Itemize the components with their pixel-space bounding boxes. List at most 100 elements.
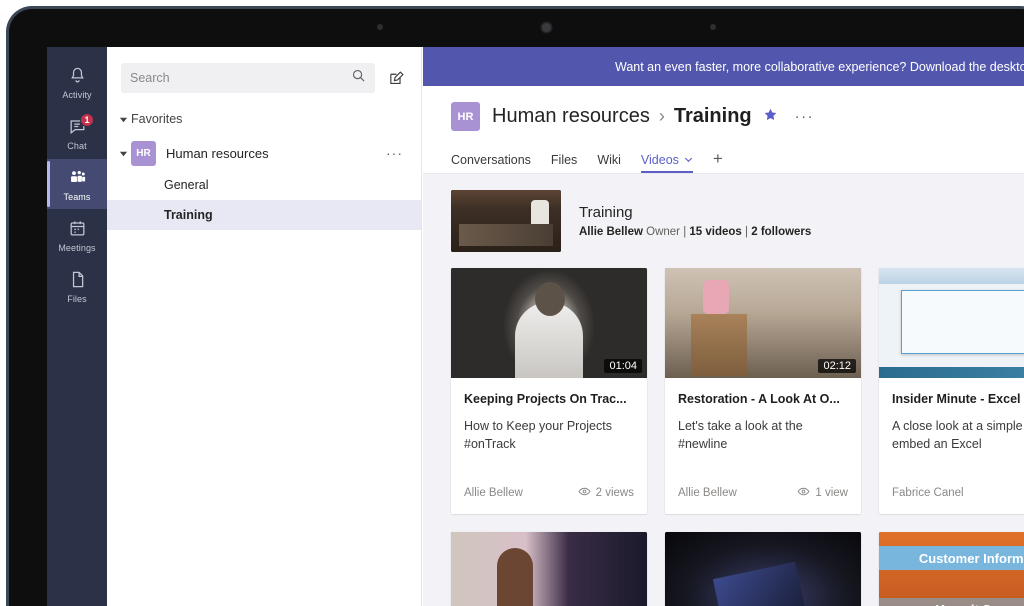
video-title: Insider Minute - Excel e <box>892 392 1024 406</box>
breadcrumb-team[interactable]: Human resources <box>492 105 650 128</box>
video-views: 1 view <box>797 485 848 501</box>
compose-icon[interactable] <box>385 67 407 89</box>
meta-separator: | <box>683 226 686 238</box>
thumbnail-image <box>665 532 861 606</box>
video-title: Keeping Projects On Trac... <box>464 392 634 406</box>
channel-item-training[interactable]: Training <box>107 200 421 230</box>
rail-item-teams[interactable]: Teams <box>47 159 107 209</box>
tab-videos[interactable]: Videos <box>641 153 693 173</box>
team-more-icon[interactable]: ··· <box>386 145 403 161</box>
video-channel-info: Training Allie Bellew Owner | 15 videos … <box>451 190 1024 252</box>
video-card[interactable] <box>665 532 861 606</box>
tab-files[interactable]: Files <box>551 153 577 173</box>
add-tab-button[interactable]: + <box>713 149 723 173</box>
video-thumbnail[interactable]: Customer Informat Keep it Secur <box>879 532 1024 606</box>
team-avatar: HR <box>131 141 156 166</box>
channel-label: Training <box>164 208 213 222</box>
video-card[interactable]: 02:12 Restoration - A Look At O... Let's… <box>665 268 861 514</box>
video-author: Allie Bellew <box>678 487 737 499</box>
channel-owner-role: Owner <box>646 226 680 238</box>
breadcrumb-channel: Training <box>674 105 752 128</box>
views-count: 1 view <box>815 487 848 499</box>
tab-label: Conversations <box>451 153 531 167</box>
channel-info-title: Training <box>579 204 811 221</box>
video-card-footer: Allie Bellew 2 views <box>464 485 634 514</box>
video-description: A close look at a simple w to embed an E… <box>892 417 1024 485</box>
channel-item-general[interactable]: General <box>107 170 421 200</box>
meta-separator: | <box>745 226 748 238</box>
search-row <box>107 47 421 93</box>
thumbnail-image <box>879 268 1024 378</box>
video-cards-grid: 01:04 Keeping Projects On Trac... How to… <box>451 268 1024 606</box>
favorites-group[interactable]: Favorites <box>107 104 421 134</box>
video-thumbnail[interactable] <box>665 532 861 606</box>
calendar-icon <box>68 218 87 240</box>
header-more-icon[interactable]: ··· <box>795 108 815 125</box>
tab-wiki[interactable]: Wiki <box>597 153 621 173</box>
tab-label: Videos <box>641 153 679 167</box>
header-team-avatar: HR <box>451 102 480 131</box>
bezel-dot-left <box>377 24 383 30</box>
video-card[interactable] <box>451 532 647 606</box>
video-thumbnail[interactable] <box>879 268 1024 378</box>
rail-label-chat: Chat <box>67 141 86 151</box>
device-frame: Activity 1 Chat <box>6 6 1024 606</box>
video-thumbnail[interactable] <box>451 532 647 606</box>
video-card[interactable]: 01:04 Keeping Projects On Trac... How to… <box>451 268 647 514</box>
star-filled-icon[interactable] <box>763 107 778 126</box>
video-card-body: Keeping Projects On Trac... How to Keep … <box>451 378 647 514</box>
channel-label: General <box>164 178 208 192</box>
channel-info-text: Training Allie Bellew Owner | 15 videos … <box>579 204 811 238</box>
team-row-human-resources[interactable]: HR Human resources ··· <box>107 136 421 170</box>
thumbnail-image: Customer Informat Keep it Secur <box>879 532 1024 606</box>
bezel-dot-right <box>710 24 716 30</box>
videos-count: 15 videos <box>689 226 741 238</box>
banner-text: Want an even faster, more collaborative … <box>615 60 1024 74</box>
video-description: How to Keep your Projects #onTrack <box>464 417 634 485</box>
video-card[interactable]: Insider Minute - Excel e A close look at… <box>879 268 1024 514</box>
video-author: Fabrice Canel <box>892 487 964 499</box>
team-name: Human resources <box>166 146 269 161</box>
tabstrip: Conversations Files Wiki Videos + <box>423 141 1024 174</box>
rail-label-activity: Activity <box>62 90 91 100</box>
content-area: Want an even faster, more collaborative … <box>423 47 1024 606</box>
search-input[interactable] <box>130 71 351 85</box>
video-card[interactable]: Customer Informat Keep it Secur <box>879 532 1024 606</box>
video-views: 2 views <box>578 485 634 501</box>
tab-conversations[interactable]: Conversations <box>451 153 531 173</box>
breadcrumb: Human resources › Training ··· <box>492 105 814 128</box>
rail-label-files: Files <box>67 294 87 304</box>
video-duration: 02:12 <box>818 359 856 373</box>
eye-icon <box>797 485 810 501</box>
thumbnail-overlay-line2: Keep it Secur <box>879 598 1024 606</box>
search-icon[interactable] <box>351 68 366 88</box>
video-description: Let's take a look at the #newline <box>678 417 848 485</box>
teams-icon <box>67 167 88 189</box>
rail-item-meetings[interactable]: Meetings <box>47 210 107 260</box>
desktop-download-banner[interactable]: Want an even faster, more collaborative … <box>423 47 1024 86</box>
tab-label: Wiki <box>597 153 621 167</box>
channel-thumbnail[interactable] <box>451 190 561 252</box>
chevron-down-icon <box>115 115 131 124</box>
rail-label-meetings: Meetings <box>58 243 95 253</box>
video-thumbnail[interactable]: 02:12 <box>665 268 861 378</box>
videos-tab-content: Training Allie Bellew Owner | 15 videos … <box>423 174 1024 606</box>
video-card-body: Restoration - A Look At O... Let's take … <box>665 378 861 514</box>
tab-label: Files <box>551 153 577 167</box>
rail-item-activity[interactable]: Activity <box>47 57 107 107</box>
video-card-body: Insider Minute - Excel e A close look at… <box>879 378 1024 514</box>
video-thumbnail[interactable]: 01:04 <box>451 268 647 378</box>
channel-info-meta: Allie Bellew Owner | 15 videos | 2 follo… <box>579 226 811 238</box>
chevron-down-icon[interactable] <box>684 153 693 167</box>
chat-unread-badge: 1 <box>80 113 94 127</box>
video-card-footer: Fabrice Canel 1 <box>892 485 1024 514</box>
rail-item-files[interactable]: Files <box>47 261 107 311</box>
video-author: Allie Bellew <box>464 487 523 499</box>
channel-thumbnail-image <box>451 190 561 252</box>
teams-list-pane: Favorites HR Human resources ··· General… <box>107 47 422 606</box>
views-count: 2 views <box>596 487 634 499</box>
search-box[interactable] <box>121 63 375 93</box>
rail-item-chat[interactable]: 1 Chat <box>47 108 107 158</box>
bell-icon <box>68 65 87 87</box>
bezel-camera <box>542 23 551 32</box>
